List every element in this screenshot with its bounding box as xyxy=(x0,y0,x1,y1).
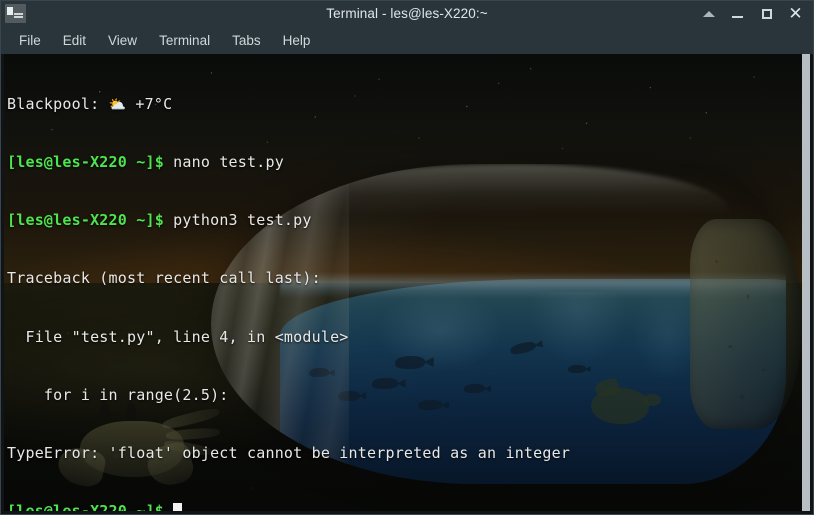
text-cursor xyxy=(173,503,183,511)
terminal-line-command-2: [les@les-X220 ~]$ python3 test.py xyxy=(7,211,802,230)
terminal-output: Blackpool: ⛅ +7°C [les@les-X220 ~]$ nano… xyxy=(7,56,802,511)
terminal-line-error: TypeError: 'float' object cannot be inte… xyxy=(7,444,802,463)
menu-item-file[interactable]: File xyxy=(8,30,52,52)
menu-item-terminal[interactable]: Terminal xyxy=(148,30,221,52)
terminal-line-current-prompt: [les@les-X220 ~]$ xyxy=(7,502,802,511)
weather-temperature: +7°C xyxy=(135,94,173,113)
close-button[interactable]: ✕ xyxy=(788,3,803,23)
window-title: Terminal - les@les-X220:~ xyxy=(326,6,488,21)
terminal-area[interactable]: Blackpool: ⛅ +7°C [les@les-X220 ~]$ nano… xyxy=(0,54,814,515)
terminal-viewport[interactable]: Blackpool: ⛅ +7°C [les@les-X220 ~]$ nano… xyxy=(4,54,802,511)
terminal-scrollbar[interactable] xyxy=(802,54,810,511)
window-controls: ✕ xyxy=(701,3,814,23)
terminal-line-traceback-file: File "test.py", line 4, in <module> xyxy=(7,328,802,347)
traceback-source: for i in range(2.5): xyxy=(7,385,229,404)
close-icon: ✕ xyxy=(788,3,803,23)
weather-cloud-sun-icon: ⛅ xyxy=(108,96,127,113)
scrollbar-thumb[interactable] xyxy=(802,54,810,511)
command-nano: nano test.py xyxy=(163,153,284,172)
terminal-window: Terminal - les@les-X220:~ ✕ File Edit Vi… xyxy=(0,0,814,515)
shade-triangle-icon xyxy=(702,11,715,17)
weather-location: Blackpool: xyxy=(7,94,100,113)
menubar: File Edit View Terminal Tabs Help xyxy=(0,27,814,54)
menu-item-edit[interactable]: Edit xyxy=(52,30,97,52)
menu-item-view[interactable]: View xyxy=(97,30,148,52)
titlebar[interactable]: Terminal - les@les-X220:~ ✕ xyxy=(0,0,814,27)
shell-prompt: [les@les-X220 ~]$ xyxy=(7,211,164,230)
maximize-button[interactable] xyxy=(759,6,774,21)
menu-item-tabs[interactable]: Tabs xyxy=(221,30,272,52)
menu-item-help[interactable]: Help xyxy=(272,30,322,52)
maximize-icon xyxy=(761,8,772,19)
error-message: TypeError: 'float' object cannot be inte… xyxy=(7,444,571,463)
minimize-icon xyxy=(732,16,743,18)
command-python3: python3 test.py xyxy=(163,211,312,230)
traceback-header: Traceback (most recent call last): xyxy=(7,269,321,288)
minimize-button[interactable] xyxy=(730,6,745,21)
terminal-icon xyxy=(5,4,26,23)
terminal-line-traceback-header: Traceback (most recent call last): xyxy=(7,269,802,288)
traceback-file: File "test.py", line 4, in <module> xyxy=(7,327,349,346)
shell-prompt: [les@les-X220 ~]$ xyxy=(7,153,164,172)
shade-button[interactable] xyxy=(701,6,716,21)
terminal-line-traceback-source: for i in range(2.5): xyxy=(7,386,802,405)
shell-prompt: [les@les-X220 ~]$ xyxy=(7,502,164,511)
terminal-line-weather: Blackpool: ⛅ +7°C xyxy=(7,95,802,114)
terminal-line-command-1: [les@les-X220 ~]$ nano test.py xyxy=(7,153,802,172)
